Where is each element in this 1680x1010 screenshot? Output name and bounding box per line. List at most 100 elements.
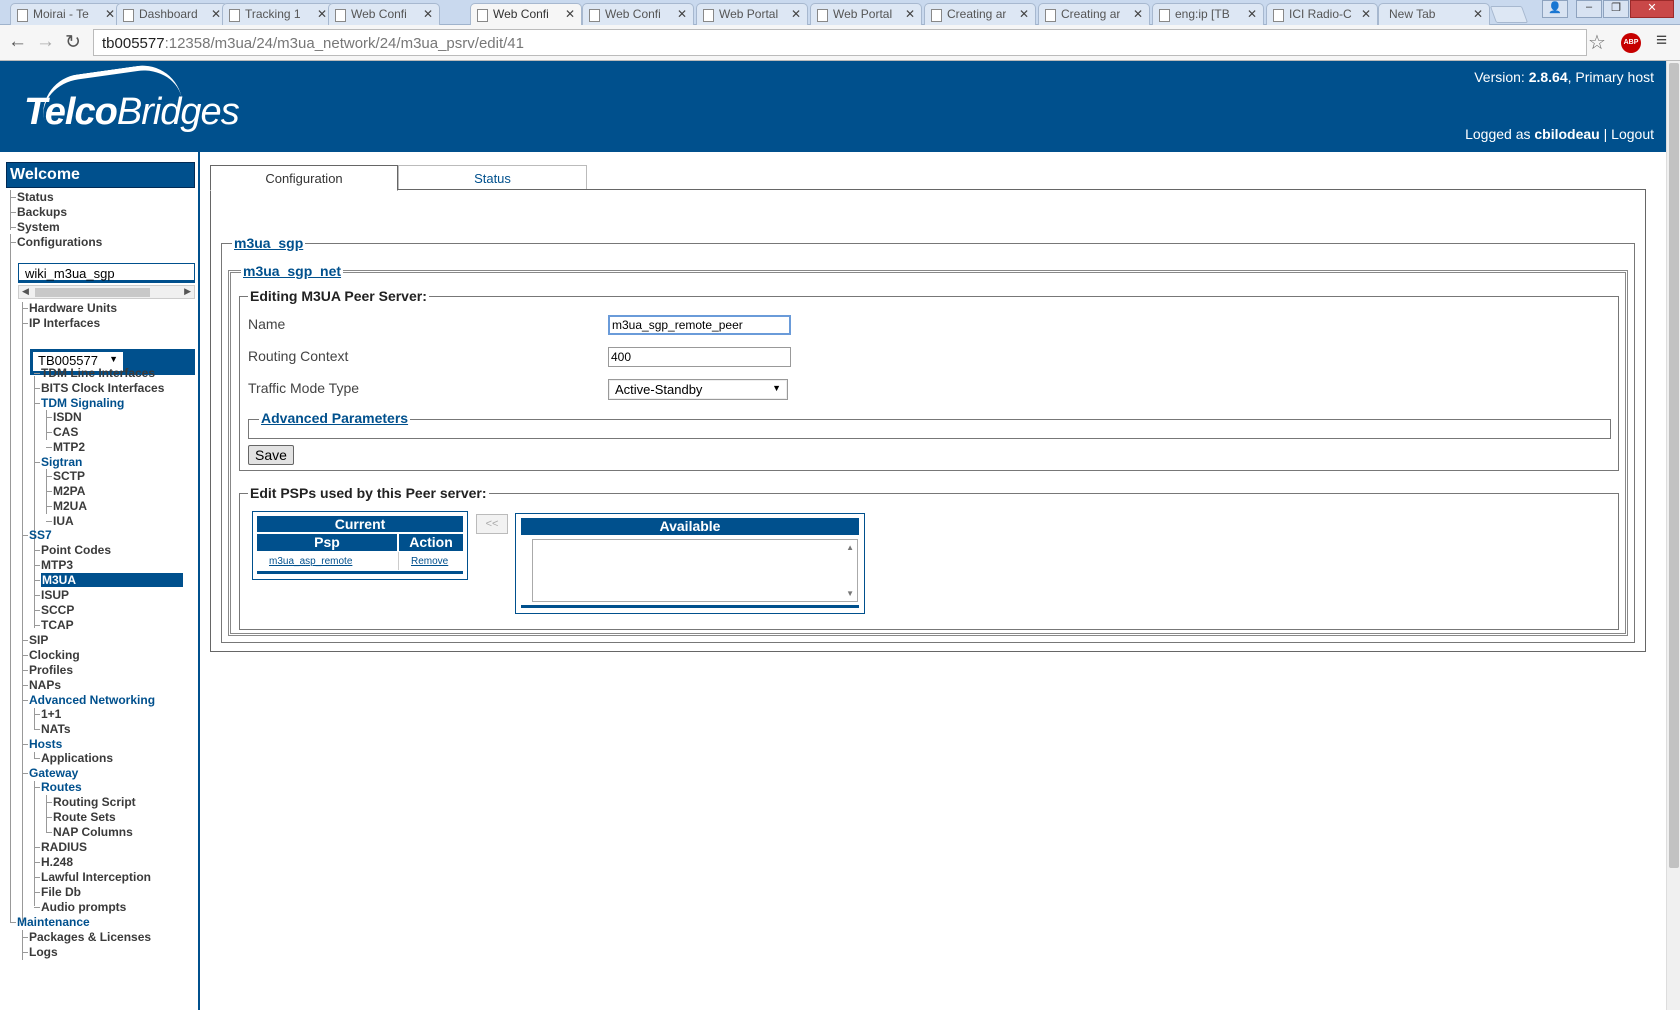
browser-tab[interactable]: Creating ar ✕ — [924, 3, 1036, 25]
adblock-icon[interactable]: ABP — [1621, 33, 1641, 53]
sidebar-item-mtp2[interactable]: MTP2 — [53, 440, 85, 454]
sidebar-item-m2ua[interactable]: M2UA — [53, 499, 87, 513]
sidebar-item-radius[interactable]: RADIUS — [41, 840, 87, 854]
new-tab-button[interactable] — [1489, 6, 1529, 23]
close-icon[interactable]: ✕ — [1133, 7, 1143, 21]
close-icon[interactable]: ✕ — [565, 7, 575, 21]
sidebar-item-configurations[interactable]: Configurations — [17, 235, 102, 249]
browser-menu-icon[interactable]: ≡ — [1656, 30, 1667, 52]
sidebar-item-naps[interactable]: NAPs — [29, 678, 61, 692]
sidebar-item-logs[interactable]: Logs — [29, 945, 58, 959]
browser-tab[interactable]: Dashboard ✕ — [116, 3, 228, 25]
name-input[interactable] — [608, 315, 791, 335]
browser-tab[interactable]: eng:ip [TB ✕ — [1152, 3, 1264, 25]
sidebar-item-advanced-networking[interactable]: Advanced Networking — [29, 693, 155, 707]
logout-link[interactable]: Logout — [1611, 126, 1654, 142]
sidebar-item-backups[interactable]: Backups — [17, 205, 67, 219]
scroll-right-icon[interactable]: ▶ — [184, 286, 191, 297]
sidebar-item-file-db[interactable]: File Db — [41, 885, 81, 899]
routing-context-input[interactable] — [608, 347, 791, 367]
close-icon[interactable]: ✕ — [317, 7, 327, 21]
sidebar-item-1plus1[interactable]: 1+1 — [41, 707, 61, 721]
sidebar-item-iua[interactable]: IUA — [53, 514, 74, 528]
sidebar-item-nats[interactable]: NATs — [41, 722, 71, 736]
sidebar-item-point-codes[interactable]: Point Codes — [41, 543, 111, 557]
sidebar-item-gateway[interactable]: Gateway — [29, 766, 78, 780]
close-icon[interactable]: ✕ — [1361, 7, 1371, 21]
close-icon[interactable]: ✕ — [211, 7, 221, 21]
tab-configuration[interactable]: Configuration — [210, 165, 398, 191]
sidebar-item-hardware-units[interactable]: Hardware Units — [29, 301, 117, 315]
back-arrow-icon[interactable]: ← — [8, 31, 27, 53]
available-psp-list[interactable]: ▲ ▼ — [532, 539, 858, 602]
close-icon[interactable]: ✕ — [105, 7, 115, 21]
browser-tab[interactable]: Web Portal ✕ — [696, 3, 808, 25]
sidebar-item-m3ua[interactable]: M3UA — [41, 573, 183, 587]
configuration-name-box[interactable]: wiki_m3ua_sgp — [18, 263, 195, 283]
scrollbar-thumb[interactable] — [35, 288, 150, 297]
url-field[interactable]: tb005577:12358/m3ua/24/m3ua_network/24/m… — [93, 29, 1587, 56]
sidebar-item-applications[interactable]: Applications — [41, 751, 113, 765]
sidebar-item-lawful-interception[interactable]: Lawful Interception — [41, 870, 151, 884]
sidebar-item-mtp3[interactable]: MTP3 — [41, 558, 73, 572]
sidebar-item-tcap[interactable]: TCAP — [41, 618, 74, 632]
browser-tab[interactable]: Web Confi ✕ — [582, 3, 694, 25]
sidebar-item-system[interactable]: System — [17, 220, 60, 234]
minimize-icon[interactable]: – — [1576, 0, 1602, 18]
scroll-left-icon[interactable]: ◀ — [22, 286, 29, 297]
browser-tab[interactable]: Creating ar ✕ — [1038, 3, 1150, 25]
sidebar-item-cas[interactable]: CAS — [53, 425, 78, 439]
sidebar-item-maintenance[interactable]: Maintenance — [17, 915, 90, 929]
close-icon[interactable]: ✕ — [423, 7, 433, 21]
sidebar-item-status[interactable]: Status — [17, 190, 54, 204]
sidebar-item-h248[interactable]: H.248 — [41, 855, 73, 869]
close-icon[interactable]: ✕ — [1019, 7, 1029, 21]
scroll-down-icon[interactable]: ▼ — [846, 589, 854, 598]
close-icon[interactable]: ✕ — [905, 7, 915, 21]
legend-m3ua-sgp-net[interactable]: m3ua_sgp_net — [241, 263, 344, 279]
sidebar-item-routing-script[interactable]: Routing Script — [53, 795, 136, 809]
page-scrollbar[interactable] — [1666, 61, 1680, 1010]
browser-tab[interactable]: ICI Radio-C ✕ — [1266, 3, 1378, 25]
sidebar-item-nap-columns[interactable]: NAP Columns — [53, 825, 133, 839]
browser-tab[interactable]: New Tab ✕ — [1378, 3, 1490, 25]
sidebar-item-bits-clock-interfaces[interactable]: BITS Clock Interfaces — [41, 381, 164, 395]
sidebar-item-sctp[interactable]: SCTP — [53, 469, 85, 483]
sidebar-item-sip[interactable]: SIP — [29, 633, 48, 647]
sidebar-horizontal-scrollbar[interactable]: ◀ ▶ — [18, 285, 195, 299]
sidebar-item-packages-licenses[interactable]: Packages & Licenses — [29, 930, 151, 944]
forward-arrow-icon[interactable]: → — [36, 31, 55, 53]
restore-icon[interactable]: ❐ — [1603, 0, 1629, 18]
sidebar-item-route-sets[interactable]: Route Sets — [53, 810, 116, 824]
browser-tab[interactable]: Tracking 1 ✕ — [222, 3, 334, 25]
close-icon[interactable]: ✕ — [791, 7, 801, 21]
sidebar-item-ss7[interactable]: SS7 — [29, 528, 52, 542]
sidebar-item-m2pa[interactable]: M2PA — [53, 484, 85, 498]
browser-tab[interactable]: Moirai - Te ✕ — [10, 3, 122, 25]
sidebar-item-sigtran[interactable]: Sigtran — [41, 455, 82, 469]
bookmark-star-icon[interactable]: ☆ — [1588, 30, 1606, 55]
close-icon[interactable]: ✕ — [677, 7, 687, 21]
traffic-mode-type-select[interactable]: Active-Standby ▼ — [608, 379, 788, 400]
close-icon[interactable]: ✕ — [1473, 7, 1483, 21]
reload-icon[interactable]: ↻ — [65, 31, 81, 54]
sidebar-item-routes[interactable]: Routes — [41, 780, 82, 794]
legend-m3ua-sgp[interactable]: m3ua_sgp — [232, 235, 306, 251]
sidebar-item-audio-prompts[interactable]: Audio prompts — [41, 900, 126, 914]
save-button[interactable]: Save — [248, 445, 294, 465]
close-icon[interactable]: ✕ — [1247, 7, 1257, 21]
sidebar-item-isup[interactable]: ISUP — [41, 588, 69, 602]
scroll-up-icon[interactable]: ▲ — [846, 543, 854, 552]
sidebar-item-hosts[interactable]: Hosts — [29, 737, 62, 751]
sidebar-item-profiles[interactable]: Profiles — [29, 663, 73, 677]
psp-link[interactable]: m3ua_asp_remote — [269, 556, 352, 567]
sidebar-item-isdn[interactable]: ISDN — [53, 410, 82, 424]
browser-tab-active[interactable]: Web Confi ✕ — [470, 3, 582, 25]
sidebar-item-tdm-line-interfaces[interactable]: TDM Line Interfaces — [41, 366, 155, 380]
window-close-icon[interactable]: ✕ — [1630, 0, 1674, 18]
sidebar-item-sccp[interactable]: SCCP — [41, 603, 74, 617]
tab-status[interactable]: Status — [398, 165, 587, 189]
browser-tab[interactable]: Web Portal ✕ — [810, 3, 922, 25]
remove-psp-link[interactable]: Remove — [411, 556, 448, 567]
user-icon[interactable]: 👤 — [1542, 0, 1568, 18]
